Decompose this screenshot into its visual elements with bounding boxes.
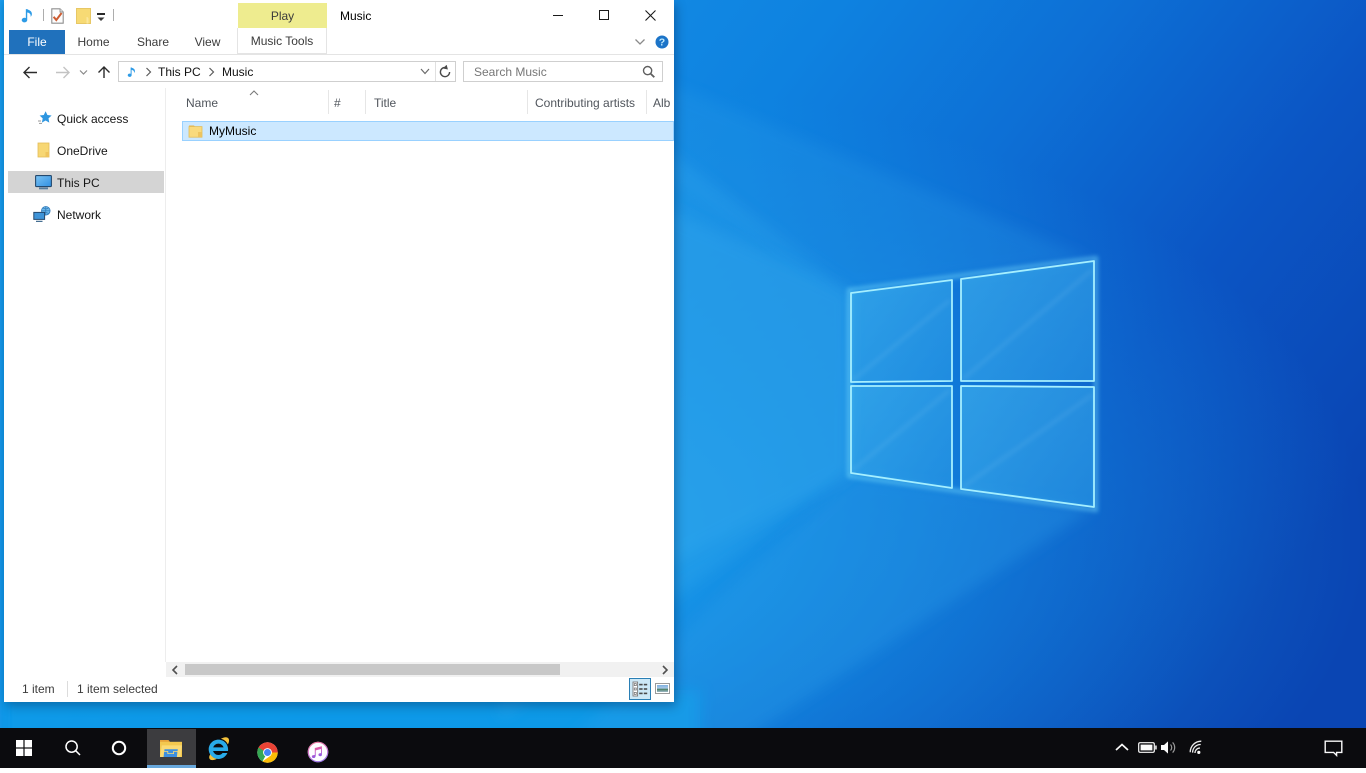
svg-text:?: ? — [659, 37, 665, 49]
